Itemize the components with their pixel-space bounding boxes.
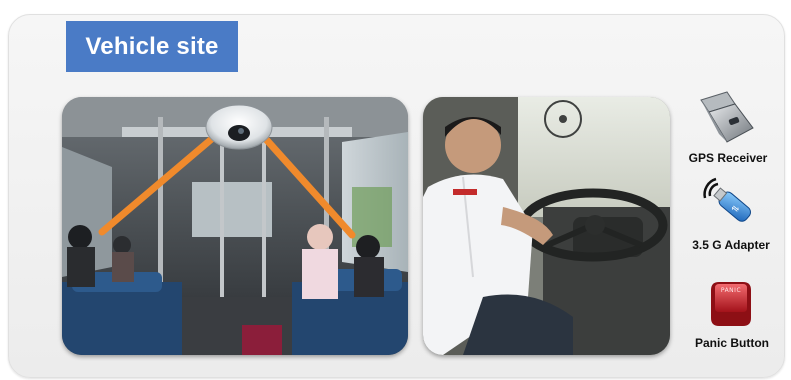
panic-button-label: Panic Button — [695, 336, 769, 350]
bus-interior-photo — [62, 97, 408, 355]
section-title: Vehicle site — [66, 21, 238, 72]
usb-3g-adapter-label: 3.5 G Adapter — [692, 238, 770, 252]
bus-driver-photo — [423, 97, 670, 355]
panic-key-text: PANIC — [720, 287, 742, 294]
panic-button-icon: PANIC — [707, 278, 755, 328]
usb-3g-adapter-icon: ⇌ — [700, 176, 756, 226]
gps-receiver-label: GPS Receiver — [688, 151, 768, 165]
gps-receiver-icon — [693, 90, 755, 144]
